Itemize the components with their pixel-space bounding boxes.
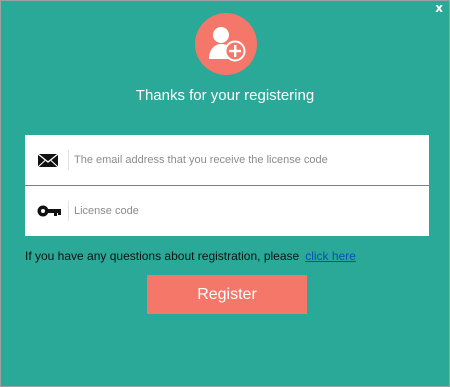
key-icon bbox=[37, 186, 63, 236]
envelope-icon bbox=[37, 135, 63, 185]
field-separator bbox=[68, 201, 69, 221]
email-row bbox=[25, 135, 429, 186]
help-text: If you have any questions about registra… bbox=[25, 249, 300, 263]
close-button[interactable]: x bbox=[435, 2, 443, 14]
register-button[interactable]: Register bbox=[147, 275, 307, 314]
registration-form bbox=[25, 135, 429, 236]
click-here-link[interactable]: click here bbox=[305, 249, 356, 263]
license-code-field[interactable] bbox=[74, 199, 419, 223]
email-field[interactable] bbox=[74, 148, 419, 172]
dialog-title: Thanks for your registering bbox=[135, 87, 315, 104]
add-user-icon bbox=[195, 13, 257, 75]
field-separator bbox=[68, 150, 69, 170]
license-row bbox=[25, 186, 429, 236]
help-line: If you have any questions about registra… bbox=[25, 249, 356, 263]
registration-dialog: x Thanks for your registering The email … bbox=[0, 0, 450, 387]
